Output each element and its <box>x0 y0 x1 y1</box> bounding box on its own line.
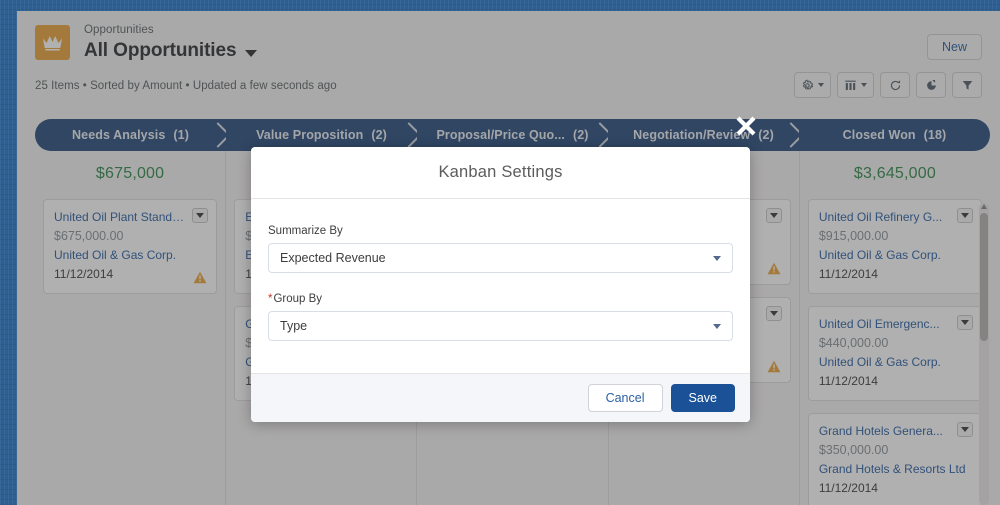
required-asterisk: * <box>268 293 273 305</box>
card-account-link[interactable]: United Oil & Gas Corp. <box>54 246 206 264</box>
column-total: $3,645,000 <box>853 165 936 182</box>
stage-count: (2) <box>572 128 589 142</box>
kanban-card[interactable]: United Oil Refinery G... $915,000.00 Uni… <box>807 199 983 294</box>
summarize-by-field: Summarize By Expected Revenue <box>268 225 733 273</box>
stage-count: (1) <box>173 128 189 142</box>
page-header: Opportunities All Opportunities 25 Items… <box>17 11 1000 107</box>
display-as-button[interactable] <box>837 72 874 98</box>
cancel-button[interactable]: Cancel <box>587 384 663 412</box>
warning-triangle-icon <box>767 360 781 373</box>
scroll-up-arrow-icon[interactable] <box>981 204 988 209</box>
save-button[interactable]: Save <box>670 384 735 412</box>
gear-icon <box>802 79 814 90</box>
summarize-by-label: Summarize By <box>268 225 343 237</box>
summarize-by-select[interactable]: Expected Revenue <box>268 243 733 273</box>
kanban-settings-modal: Kanban Settings Summarize By Expected Re… <box>251 147 750 422</box>
stage-count: (2) <box>371 128 387 142</box>
kanban-card[interactable]: United Oil Plant Standby... $675,000.00 … <box>43 199 218 294</box>
object-kicker: Opportunities <box>84 24 154 36</box>
card-title-link[interactable]: United Oil Plant Standby... <box>54 209 206 225</box>
column-total: $675,000 <box>95 165 165 182</box>
chevron-down-icon[interactable] <box>713 256 721 261</box>
stage-count: (2) <box>758 128 774 142</box>
page-title: All Opportunities <box>84 40 237 61</box>
warning-triangle-icon <box>193 271 207 284</box>
chevron-down-icon <box>961 213 970 218</box>
card-amount: $675,000.00 <box>54 229 124 243</box>
card-menu-button[interactable] <box>192 208 209 223</box>
card-menu-button[interactable] <box>957 422 974 437</box>
kanban-card[interactable]: Grand Hotels Genera... $350,000.00 Grand… <box>807 413 983 505</box>
stage-label: Proposal/Price Quo... <box>436 128 565 142</box>
filter-funnel-icon <box>962 80 972 90</box>
card-close-date: 11/12/2014 <box>818 481 878 495</box>
chevron-down-icon[interactable] <box>245 49 258 57</box>
card-close-date: 11/12/2014 <box>818 374 878 388</box>
modal-footer: Cancel Save <box>251 373 750 422</box>
stage-count: (18) <box>923 128 947 142</box>
column-scrollbar[interactable] <box>979 203 990 505</box>
card-close-date: 11/12/2014 <box>818 267 878 281</box>
kanban-columns-icon <box>845 80 856 90</box>
refresh-button[interactable] <box>880 72 910 98</box>
modal-body: Summarize By Expected Revenue *Group By … <box>251 199 750 373</box>
group-by-select[interactable]: Type <box>268 311 733 341</box>
chevron-down-icon <box>196 213 205 218</box>
close-modal-button[interactable] <box>732 112 760 140</box>
warning-triangle-icon <box>767 262 781 275</box>
card-account-link[interactable]: United Oil & Gas Corp. <box>819 353 971 371</box>
scrollbar-thumb[interactable] <box>980 213 989 341</box>
modal-title: Kanban Settings <box>438 163 563 181</box>
stage-header-closed-won[interactable]: Closed Won (18) <box>799 119 990 151</box>
stage-label: Value Proposition <box>256 128 364 142</box>
chevron-down-icon <box>961 320 970 325</box>
card-account-link[interactable]: United Oil & Gas Corp. <box>819 246 971 264</box>
new-button[interactable]: New <box>926 34 982 60</box>
card-account-link[interactable]: Grand Hotels & Resorts Ltd <box>819 460 971 478</box>
kanban-card[interactable]: United Oil Emergenc... $440,000.00 Unite… <box>807 306 983 401</box>
chevron-down-icon[interactable] <box>713 324 721 329</box>
title-row: Opportunities All Opportunities <box>35 23 982 63</box>
group-by-value: Type <box>280 319 308 333</box>
chevron-down-icon <box>961 427 970 432</box>
card-title-link[interactable]: United Oil Emergenc... <box>819 316 971 332</box>
stage-label: Closed Won <box>842 128 916 142</box>
kanban-column-needs-analysis: $675,000 United Oil Plant Standby... $67… <box>35 151 227 505</box>
refresh-icon <box>890 79 900 90</box>
card-title-link[interactable]: Grand Hotels Genera... <box>819 423 971 439</box>
kanban-column-closed-won: $3,645,000 United Oil Refinery G... $915… <box>800 151 990 505</box>
card-menu-button[interactable] <box>765 208 782 223</box>
group-by-label: *Group By <box>268 293 733 305</box>
group-by-field: *Group By Type <box>268 293 733 341</box>
card-title-link[interactable]: United Oil Refinery G... <box>819 209 971 225</box>
chevron-down-icon <box>769 311 778 316</box>
card-close-date: 11/12/2014 <box>54 267 114 281</box>
chevron-down-icon <box>769 213 778 218</box>
card-amount: $915,000.00 <box>818 229 889 243</box>
list-view-selector[interactable]: All Opportunities <box>84 39 258 63</box>
modal-header: Kanban Settings <box>251 147 750 199</box>
browser-frame: Opportunities All Opportunities 25 Items… <box>0 0 1000 505</box>
card-amount: $440,000.00 <box>818 336 889 350</box>
settings-button[interactable] <box>794 72 831 98</box>
filter-button[interactable] <box>952 72 982 98</box>
title-block: Opportunities All Opportunities <box>84 23 258 63</box>
close-x-icon <box>736 116 756 136</box>
chart-refresh-icon <box>926 79 936 90</box>
group-by-label-text: Group By <box>273 293 323 305</box>
chevron-down-icon[interactable] <box>818 83 824 87</box>
summarize-by-value: Expected Revenue <box>280 251 386 265</box>
card-amount: $350,000.00 <box>818 443 889 457</box>
card-menu-button[interactable] <box>957 208 974 223</box>
chevron-down-icon[interactable] <box>861 83 867 87</box>
list-toolbar <box>794 72 982 98</box>
card-menu-button[interactable] <box>765 306 782 321</box>
stage-header-needs-analysis[interactable]: Needs Analysis (1) <box>35 119 226 151</box>
stage-label: Needs Analysis <box>72 128 166 142</box>
crown-icon <box>35 25 70 60</box>
chart-refresh-button[interactable] <box>916 72 946 98</box>
card-menu-button[interactable] <box>957 315 974 330</box>
